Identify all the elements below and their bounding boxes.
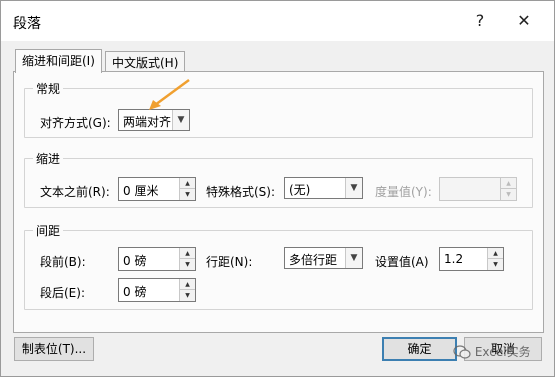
- paragraph-dialog: 段落 ? ✕ 缩进和间距(I) 中文版式(H) 常规 对齐方式(G): 两端对齐…: [0, 0, 555, 377]
- line-spacing-value: 多倍行距: [289, 253, 338, 267]
- measure-spinner[interactable]: ▲ ▼: [439, 177, 517, 201]
- spacing-group-title: 间距: [33, 222, 64, 239]
- spin-down-icon[interactable]: ▼: [501, 189, 516, 200]
- chevron-down-icon: ▼: [345, 248, 362, 268]
- watermark-text: Excel实务: [474, 345, 531, 359]
- general-group-title: 常规: [33, 80, 64, 97]
- spin-down-icon[interactable]: ▼: [488, 259, 503, 270]
- help-button[interactable]: ?: [468, 9, 492, 33]
- indent-group-title: 缩进: [33, 150, 64, 167]
- alignment-value: 两端对齐: [123, 115, 172, 129]
- indent-before-spinner[interactable]: 0 厘米 ▲ ▼: [118, 177, 196, 201]
- tab-chinese-typography[interactable]: 中文版式(H): [105, 51, 186, 72]
- special-format-value: (无): [289, 183, 311, 197]
- watermark: Excel实务: [453, 343, 531, 363]
- line-spacing-select[interactable]: 多倍行距 ▼: [284, 247, 363, 269]
- alignment-label: 对齐方式(G):: [40, 116, 111, 130]
- spacing-at-spinner[interactable]: 1.2 ▲ ▼: [439, 247, 504, 271]
- space-before-label: 段前(B):: [40, 255, 86, 269]
- special-format-label: 特殊格式(S):: [206, 185, 276, 199]
- space-after-label: 段后(E):: [40, 286, 85, 300]
- spin-up-icon[interactable]: ▲: [488, 248, 503, 259]
- spin-up-icon[interactable]: ▲: [180, 178, 195, 189]
- measure-label: 度量值(Y):: [375, 185, 432, 199]
- tab-panel: 常规 对齐方式(G): 两端对齐 ▼ 缩进 文本之前(R): 0 厘米 ▲ ▼ …: [13, 71, 544, 333]
- spin-up-icon[interactable]: ▲: [180, 279, 195, 290]
- wechat-icon: [453, 344, 471, 359]
- title-bar: 段落 ? ✕: [1, 1, 554, 41]
- space-before-spinner[interactable]: 0 磅 ▲ ▼: [118, 247, 196, 271]
- line-spacing-label: 行距(N):: [206, 255, 253, 269]
- spin-down-icon[interactable]: ▼: [180, 189, 195, 200]
- close-button[interactable]: ✕: [512, 9, 536, 33]
- chevron-down-icon: ▼: [345, 178, 362, 198]
- tabs-button[interactable]: 制表位(T)...: [14, 337, 94, 361]
- space-after-spinner[interactable]: 0 磅 ▲ ▼: [118, 278, 196, 302]
- spin-down-icon[interactable]: ▼: [180, 259, 195, 270]
- space-after-value: 0 磅: [123, 285, 147, 299]
- close-icon: ✕: [517, 11, 531, 30]
- indent-before-value: 0 厘米: [123, 184, 159, 198]
- spacing-at-label: 设置值(A): [375, 255, 429, 269]
- spacing-at-value: 1.2: [444, 252, 464, 266]
- chevron-down-icon: ▼: [172, 110, 189, 130]
- tab-indent-spacing[interactable]: 缩进和间距(I): [15, 49, 102, 73]
- space-before-value: 0 磅: [123, 254, 147, 268]
- dialog-title: 段落: [13, 16, 41, 32]
- spin-up-icon[interactable]: ▲: [180, 248, 195, 259]
- spin-up-icon[interactable]: ▲: [501, 178, 516, 189]
- arrow-icon: [149, 78, 190, 110]
- indent-before-label: 文本之前(R):: [40, 185, 110, 199]
- special-format-select[interactable]: (无) ▼: [284, 177, 363, 199]
- ok-button[interactable]: 确定: [382, 337, 457, 361]
- spin-down-icon[interactable]: ▼: [180, 290, 195, 301]
